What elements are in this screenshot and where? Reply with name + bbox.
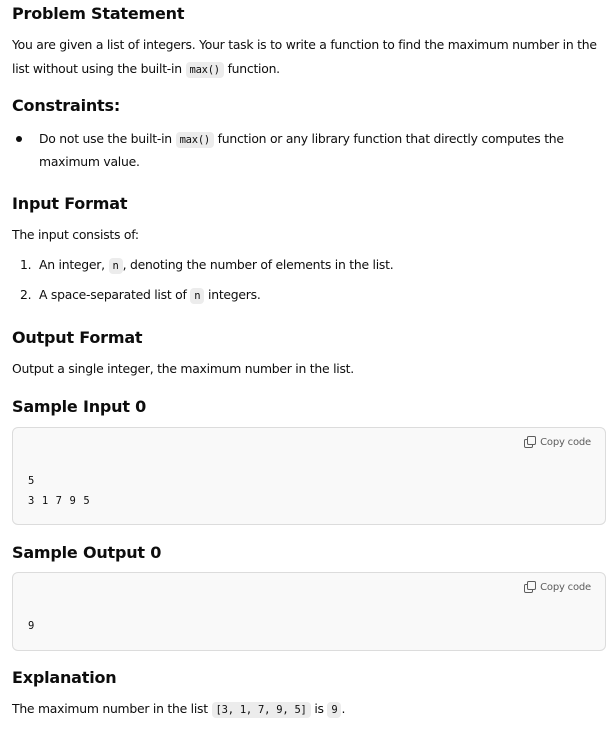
constraints-heading: Constraints: [12,96,121,115]
item-text: A space-separated list of [39,287,191,302]
copy-code-label: Copy code [540,436,591,448]
problem-statement-line1: You are given a list of integers. Your t… [12,33,597,57]
copy-code-label: Copy code [540,581,591,593]
input-format-item-text: An integer, n, denoting the number of el… [39,253,394,278]
bullet-icon [16,136,22,142]
problem-statement-line2: list without using the built-in max() fu… [12,57,280,82]
constraint-line1: Do not use the built-in max() function o… [39,127,564,152]
output-format-heading: Output Format [12,328,143,347]
sample-output-heading: Sample Output 0 [12,543,162,562]
sample-input-heading: Sample Input 0 [12,397,147,416]
constraint-text: Do not use the built-in [39,131,176,146]
list-number: 2. [20,287,32,302]
inline-code: n [190,288,205,304]
sample-input-code-block: Copy code 5 3 1 7 9 5 [12,427,606,525]
input-format-item-text: A space-separated list of n integers. [39,283,261,308]
inline-code: n [108,258,123,274]
input-format-intro: The input consists of: [12,227,139,242]
inline-code: max() [175,132,214,148]
problem-statement-heading: Problem Statement [12,4,185,23]
copy-code-button[interactable]: Copy code [524,436,591,448]
copy-icon [524,581,537,593]
item-text: , denoting the number of elements in the… [122,257,394,272]
problem-statement-text: function. [223,61,281,76]
list-number: 1. [20,257,32,272]
constraint-line2: maximum value. [39,154,140,169]
input-format-heading: Input Format [12,194,128,213]
copy-code-button[interactable]: Copy code [524,581,591,593]
explanation-text-part: is [310,701,328,716]
inline-code: max() [185,62,224,78]
sample-input-code: 5 3 1 7 9 5 [28,475,91,507]
output-format-text: Output a single integer, the maximum num… [12,361,354,376]
explanation-text-part: The maximum number in the list [12,701,212,716]
problem-statement-text: list without using the built-in [12,61,186,76]
inline-code: 9 [327,702,342,718]
copy-icon [524,436,537,448]
sample-output-code-block: Copy code 9 [12,572,606,651]
explanation-text: The maximum number in the list [3, 1, 7,… [12,697,345,722]
problem-statement-text: You are given a list of integers. Your t… [12,37,597,52]
item-text: An integer, [39,257,109,272]
item-text: integers. [204,287,261,302]
explanation-text-part: . [341,701,346,716]
explanation-heading: Explanation [12,668,117,687]
inline-code: [3, 1, 7, 9, 5] [211,702,311,718]
sample-output-code: 9 [28,620,35,632]
constraint-text: function or any library function that di… [213,131,564,146]
